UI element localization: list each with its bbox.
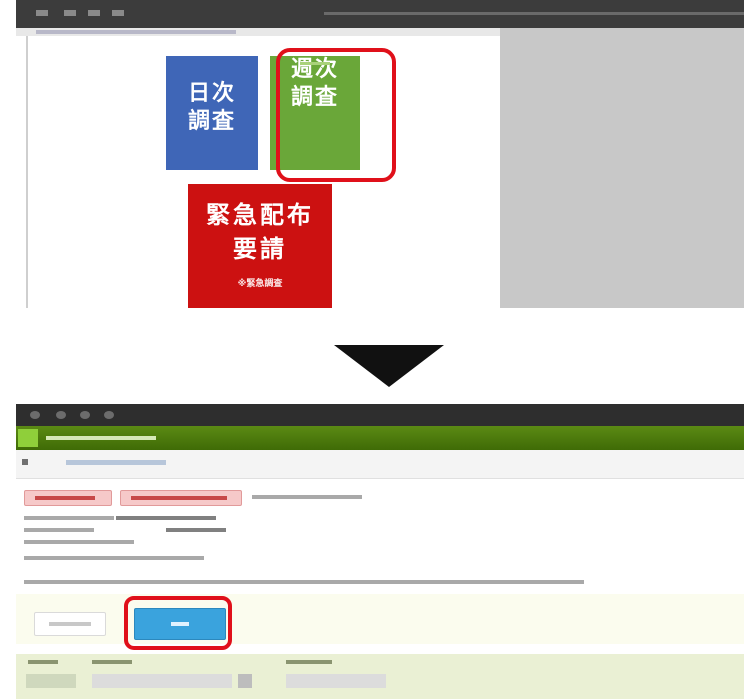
window-control-icon[interactable] <box>56 411 66 419</box>
window-titlebar <box>16 0 744 28</box>
table-header <box>286 660 332 664</box>
clear-button[interactable] <box>34 612 106 636</box>
info-text <box>116 516 216 520</box>
window-menu-icon[interactable] <box>64 10 76 16</box>
badge-text <box>35 496 95 500</box>
canvas-divider <box>26 36 28 308</box>
info-text <box>24 556 204 560</box>
menu-screenshot: 日次 調査 週次 調査 緊急配布 要請 ※緊急調査 <box>16 0 744 308</box>
window-menu-icon[interactable] <box>36 10 48 16</box>
down-triangle-arrow-icon <box>334 345 444 387</box>
window-control-icon[interactable] <box>80 411 90 419</box>
table-cell <box>26 674 76 688</box>
info-text <box>24 528 94 532</box>
window-control-icon[interactable] <box>104 411 114 419</box>
address-bar <box>16 28 500 36</box>
status-badge <box>120 490 242 506</box>
info-text <box>24 516 114 520</box>
window-menu-icon[interactable] <box>88 10 100 16</box>
status-badge <box>24 490 112 506</box>
tile-label: 要請 <box>233 235 287 263</box>
highlight-box <box>124 596 232 650</box>
address-text <box>36 30 236 34</box>
tile-sublabel: ※緊急調査 <box>237 279 283 289</box>
back-icon[interactable] <box>22 459 28 465</box>
table-header <box>28 660 58 664</box>
info-text <box>166 528 226 532</box>
window-control-icon[interactable] <box>30 411 40 419</box>
button-label <box>49 622 91 626</box>
window-menu-icon[interactable] <box>112 10 124 16</box>
toolbar-divider <box>324 12 744 15</box>
app-name <box>46 436 156 440</box>
breadcrumb-item[interactable] <box>66 460 166 465</box>
daily-survey-tile[interactable]: 日次 調査 <box>166 56 258 170</box>
info-text <box>24 580 584 584</box>
app-header <box>16 426 744 450</box>
breadcrumb <box>16 450 744 479</box>
table-header <box>92 660 132 664</box>
highlight-box <box>276 48 396 182</box>
search-screen-screenshot <box>16 404 744 699</box>
window-titlebar <box>16 404 744 426</box>
grid-app-icon[interactable] <box>18 429 38 447</box>
info-text <box>24 540 134 544</box>
tile-label: 調査 <box>187 109 236 134</box>
chevron-down-icon[interactable] <box>238 674 252 688</box>
tile-label: 日次 <box>187 81 236 106</box>
tile-label: 緊急配布 <box>206 201 314 229</box>
info-text <box>252 495 362 499</box>
emergency-request-tile[interactable]: 緊急配布 要請 ※緊急調査 <box>188 184 332 308</box>
side-panel <box>500 28 744 308</box>
badge-text <box>131 496 227 500</box>
filter-input[interactable] <box>286 674 386 688</box>
filter-input[interactable] <box>92 674 232 688</box>
